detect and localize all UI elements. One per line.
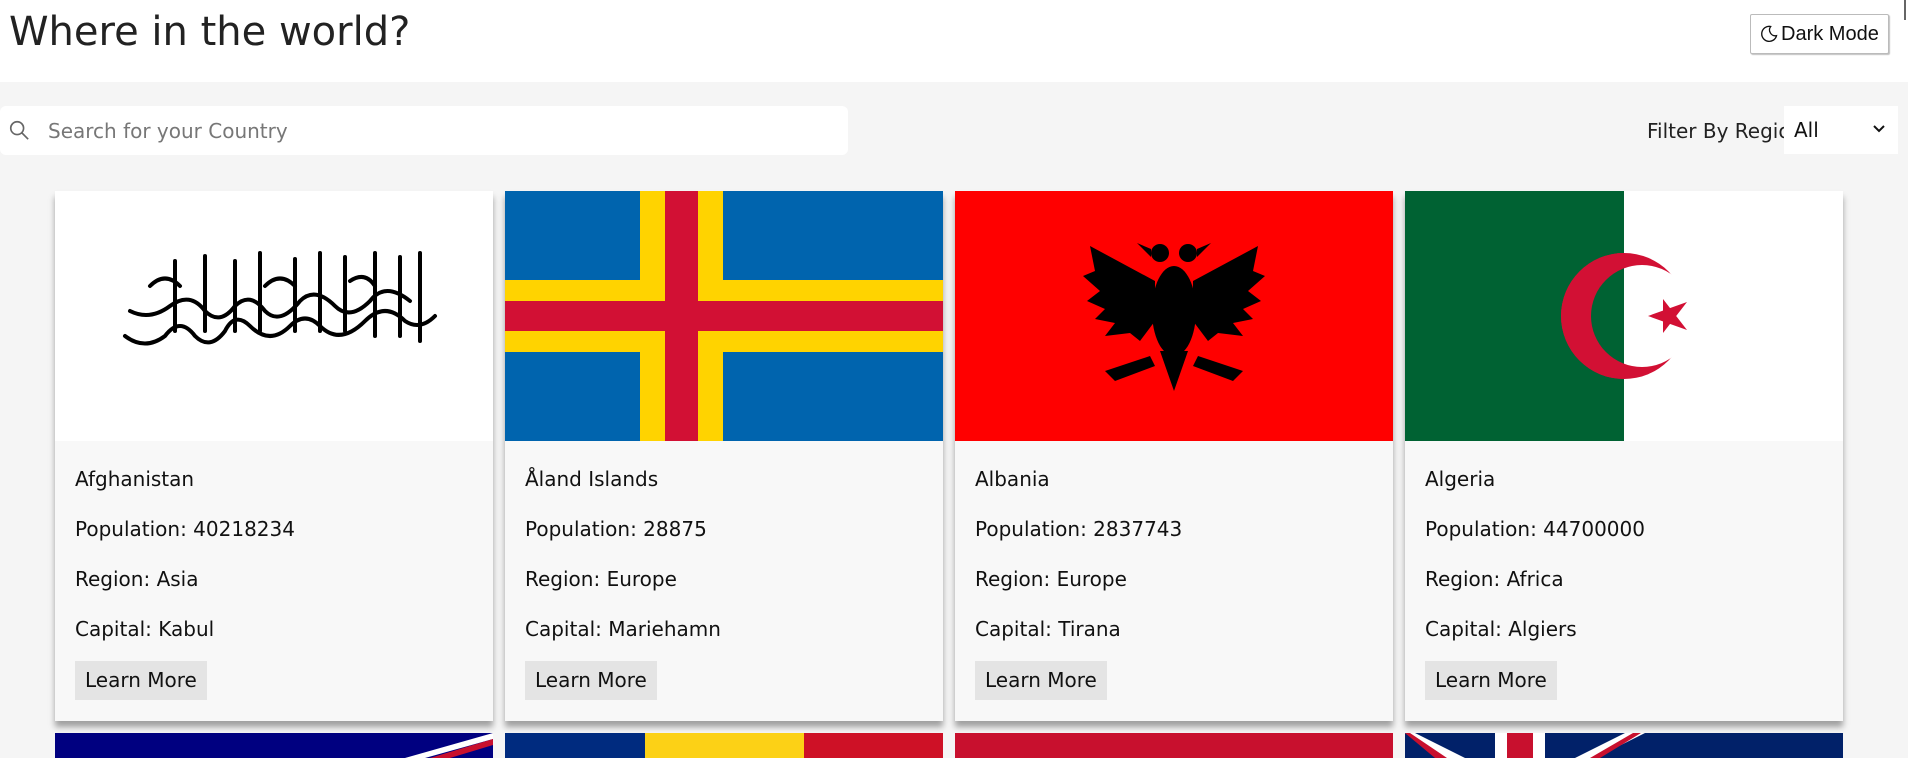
country-population: Population: 44700000: [1425, 517, 1645, 541]
chevron-down-icon: [1873, 125, 1885, 133]
country-population: Population: 2837743: [975, 517, 1183, 541]
flag-partial-3: [955, 733, 1393, 758]
learn-more-button[interactable]: Learn More: [525, 661, 657, 700]
country-region: Region: Africa: [1425, 567, 1564, 591]
country-region: Region: Asia: [75, 567, 199, 591]
search-icon: [9, 120, 29, 140]
search-box[interactable]: [0, 106, 848, 155]
country-name: Albania: [975, 467, 1050, 491]
region-select-value: All: [1794, 118, 1819, 142]
country-region: Region: Europe: [525, 567, 677, 591]
learn-more-button[interactable]: Learn More: [75, 661, 207, 700]
country-card-algeria[interactable]: Algeria Population: 44700000 Region: Afr…: [1405, 191, 1843, 721]
country-capital: Capital: Algiers: [1425, 617, 1577, 641]
country-name: Åland Islands: [525, 467, 659, 491]
search-input[interactable]: [48, 114, 828, 147]
country-card-afghanistan[interactable]: Afghanistan Population: 40218234 Region:…: [55, 191, 493, 721]
window-edge: [1904, 0, 1906, 20]
filter-label: Filter By Region: [1647, 119, 1804, 143]
learn-more-button[interactable]: Learn More: [975, 661, 1107, 700]
moon-icon: [1761, 25, 1778, 42]
country-card-albania[interactable]: Albania Population: 2837743 Region: Euro…: [955, 191, 1393, 721]
country-card-aland-islands[interactable]: Åland Islands Population: 28875 Region: …: [505, 191, 943, 721]
country-name: Afghanistan: [75, 467, 195, 491]
dark-mode-button[interactable]: Dark Mode: [1750, 14, 1889, 54]
region-select[interactable]: All: [1784, 106, 1898, 154]
country-population: Population: 40218234: [75, 517, 295, 541]
country-name: Algeria: [1425, 467, 1496, 491]
country-region: Region: Europe: [975, 567, 1127, 591]
country-population: Population: 28875: [525, 517, 707, 541]
dark-mode-label: Dark Mode: [1781, 22, 1879, 45]
flag-algeria: [1405, 191, 1843, 441]
flag-albania: [955, 191, 1393, 441]
country-capital: Capital: Mariehamn: [525, 617, 721, 641]
flag-partial-2: [505, 733, 943, 758]
country-capital: Capital: Kabul: [75, 617, 215, 641]
flag-aland-islands: [505, 191, 943, 441]
country-capital: Capital: Tirana: [975, 617, 1121, 641]
learn-more-button[interactable]: Learn More: [1425, 661, 1557, 700]
page-title: Where in the world?: [9, 9, 411, 55]
flag-afghanistan: [55, 191, 493, 441]
flag-partial-4: [1405, 733, 1843, 758]
flag-partial-1: [55, 733, 493, 758]
header: Where in the world? Dark Mode: [0, 0, 1908, 82]
